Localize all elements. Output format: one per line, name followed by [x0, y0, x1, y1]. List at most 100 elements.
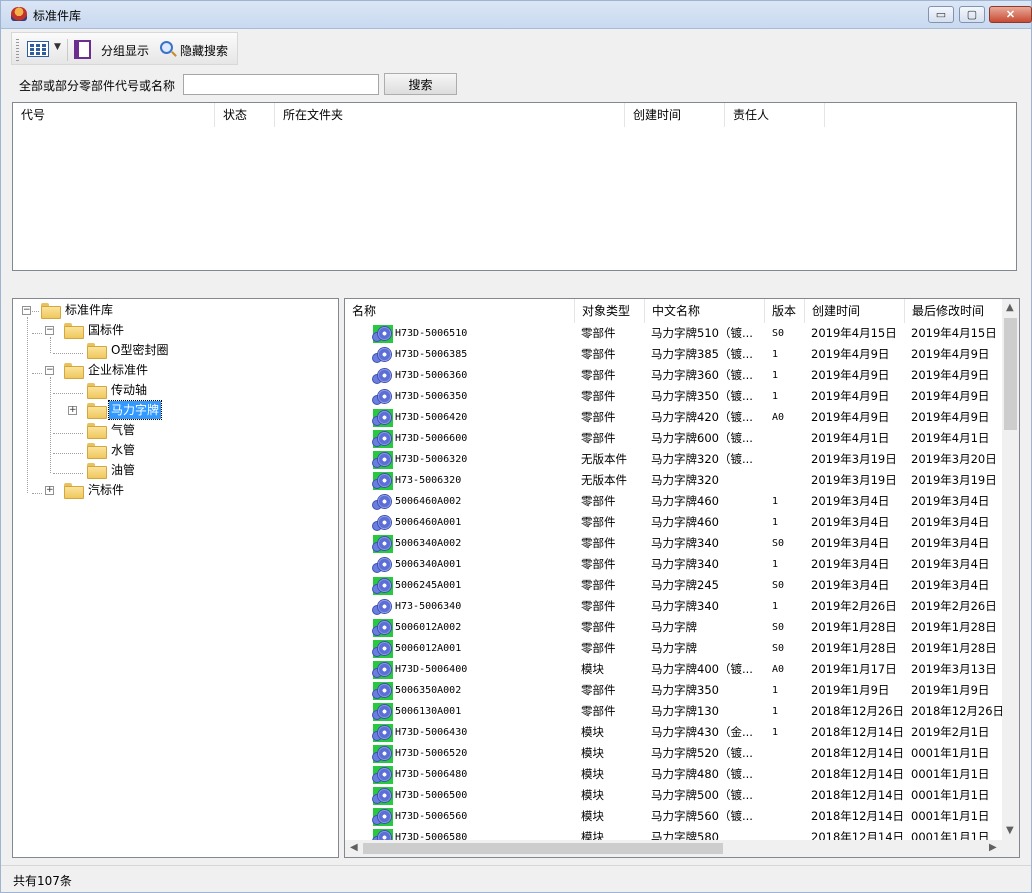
- tree-item-label[interactable]: 气管: [109, 421, 137, 439]
- table-row[interactable]: 5006245A001 零部件 马力字牌245 S0 2019年3月4日 2019年3月4…: [345, 575, 1004, 596]
- table-row[interactable]: H73D-5006400 模块 马力字牌400（镀... A0 2019年1月17日 20…: [345, 659, 1004, 680]
- table-row[interactable]: H73D-5006360 零部件 马力字牌360（镀... 1 2019年4月9日 201…: [345, 365, 1004, 386]
- grid-col-type[interactable]: 对象类型: [575, 299, 645, 323]
- table-row[interactable]: H73D-5006350 零部件 马力字牌350（镀... 1 2019年4月9日 201…: [345, 386, 1004, 407]
- tree-item-label[interactable]: 标准件库: [63, 301, 115, 319]
- grid-col-version[interactable]: 版本: [765, 299, 805, 323]
- tree-item[interactable]: O型密封圈: [13, 341, 333, 359]
- tree-item-label[interactable]: 企业标准件: [86, 361, 150, 379]
- grid-col-name[interactable]: 名称: [345, 299, 575, 323]
- table-row[interactable]: H73D-5006510 零部件 马力字牌510（镀... S0 2019年4月15日 2…: [345, 323, 1004, 344]
- hide-search-button[interactable]: 隐藏搜索: [180, 42, 228, 59]
- toolbar-grip[interactable]: [16, 39, 19, 61]
- results-col-status[interactable]: 状态: [215, 103, 275, 127]
- search-input[interactable]: [183, 74, 379, 95]
- cell-version: A0: [772, 412, 785, 423]
- scroll-left-icon[interactable]: ◀: [350, 842, 358, 853]
- expand-icon[interactable]: +: [45, 486, 54, 495]
- table-row[interactable]: 5006340A002 零部件 马力字牌340 S0 2019年3月4日 2019年3月4…: [345, 533, 1004, 554]
- collapse-icon[interactable]: −: [45, 326, 54, 335]
- collapse-icon[interactable]: −: [22, 306, 31, 315]
- table-row[interactable]: 5006012A001 零部件 马力字牌 S0 2019年1月28日 2019年1月28日: [345, 638, 1004, 659]
- results-col-code[interactable]: 代号: [13, 103, 215, 127]
- cell-modified: 2019年4月9日: [911, 389, 990, 403]
- tree-item-label[interactable]: O型密封圈: [109, 341, 170, 359]
- cell-type: 零部件: [581, 431, 616, 445]
- grid-col-modified[interactable]: 最后修改时间: [905, 299, 1004, 323]
- cell-name: 5006130A001: [395, 706, 462, 717]
- cell-name: H73D-5006385: [395, 349, 468, 360]
- part-gear-icon: [373, 598, 393, 616]
- tree-item-label[interactable]: 传动轴: [109, 381, 149, 399]
- tree-item[interactable]: 传动轴: [13, 381, 333, 399]
- maximize-button[interactable]: ▢: [959, 6, 985, 23]
- table-row[interactable]: H73D-5006385 零部件 马力字牌385（镀... 1 2019年4月9日 201…: [345, 344, 1004, 365]
- vertical-scrollbar[interactable]: ▲ ▼: [1002, 299, 1019, 841]
- search-button[interactable]: 搜索: [384, 73, 457, 95]
- grid-col-created[interactable]: 创建时间: [805, 299, 905, 323]
- folder-tree[interactable]: − 标准件库 − 国标件 O型密封圈 − 企业标准件 传动轴 + 马力字牌 气管 水管 油管 + 汽标件: [12, 298, 339, 858]
- cell-version: 1: [772, 727, 779, 738]
- table-row[interactable]: H73-5006340 零部件 马力字牌340 1 2019年2月26日 2019年2月2…: [345, 596, 1004, 617]
- expand-icon[interactable]: +: [68, 406, 77, 415]
- results-header: 代号 状态 所在文件夹 创建时间 责任人: [13, 103, 1016, 127]
- table-row[interactable]: 5006350A002 零部件 马力字牌350 1 2019年1月9日 2019年1月9日: [345, 680, 1004, 701]
- horizontal-scroll-thumb[interactable]: [363, 843, 723, 854]
- group-display-button[interactable]: 分组显示: [101, 42, 149, 59]
- cell-created: 2018年12月14日: [811, 746, 905, 760]
- tree-item[interactable]: 水管: [13, 441, 333, 459]
- tree-item-label[interactable]: 水管: [109, 441, 137, 459]
- results-col-folder[interactable]: 所在文件夹: [275, 103, 625, 127]
- tree-item[interactable]: − 标准件库: [13, 301, 333, 319]
- horizontal-scrollbar[interactable]: ◀ ▶: [345, 840, 1004, 857]
- cell-cn-name: 马力字牌520（镀...: [651, 746, 753, 760]
- scroll-right-icon[interactable]: ▶: [989, 842, 997, 853]
- tree-item-label[interactable]: 马力字牌: [107, 400, 163, 420]
- table-row[interactable]: H73D-5006500 模块 马力字牌500（镀... 2018年12月14日 000…: [345, 785, 1004, 806]
- table-row[interactable]: 5006340A001 零部件 马力字牌340 1 2019年3月4日 2019年3月4日: [345, 554, 1004, 575]
- grid-col-cn-name[interactable]: 中文名称: [645, 299, 765, 323]
- tree-item[interactable]: 油管: [13, 461, 333, 479]
- tree-item[interactable]: + 马力字牌: [13, 400, 333, 420]
- minimize-button[interactable]: ▭: [928, 6, 954, 23]
- search-results-list[interactable]: 代号 状态 所在文件夹 创建时间 责任人: [12, 102, 1017, 271]
- results-col-owner[interactable]: 责任人: [725, 103, 825, 127]
- cell-modified: 2019年3月20日: [911, 452, 997, 466]
- cell-name: H73-5006340: [395, 601, 462, 612]
- table-row[interactable]: H73D-5006480 模块 马力字牌480（镀... 2018年12月14日 000…: [345, 764, 1004, 785]
- close-button[interactable]: ✕: [989, 6, 1032, 23]
- table-row[interactable]: H73D-5006430 模块 马力字牌430（金... 1 2018年12月14日 20…: [345, 722, 1004, 743]
- scroll-up-icon[interactable]: ▲: [1006, 302, 1014, 313]
- table-row[interactable]: 5006130A001 零部件 马力字牌130 1 2018年12月26日 2018年12…: [345, 701, 1004, 722]
- group-display-icon[interactable]: [74, 40, 91, 59]
- grid-view-icon[interactable]: [27, 41, 49, 57]
- cell-name: 5006350A002: [395, 685, 462, 696]
- tree-item[interactable]: − 国标件: [13, 321, 333, 339]
- table-row[interactable]: 5006012A002 零部件 马力字牌 S0 2019年1月28日 2019年1月28日: [345, 617, 1004, 638]
- table-row[interactable]: H73D-5006560 模块 马力字牌560（镀... 2018年12月14日 000…: [345, 806, 1004, 827]
- tree-item[interactable]: + 汽标件: [13, 481, 333, 499]
- table-row[interactable]: H73D-5006520 模块 马力字牌520（镀... 2018年12月14日 000…: [345, 743, 1004, 764]
- table-row[interactable]: H73D-5006320 无版本件 马力字牌320（镀... 2019年3月19日 20…: [345, 449, 1004, 470]
- table-row[interactable]: 5006460A001 零部件 马力字牌460 1 2019年3月4日 2019年3月4日: [345, 512, 1004, 533]
- scroll-corner: [1002, 840, 1019, 857]
- table-row[interactable]: 5006460A002 零部件 马力字牌460 1 2019年3月4日 2019年3月4日: [345, 491, 1004, 512]
- cell-created: 2019年4月9日: [811, 410, 890, 424]
- title-bar[interactable]: 标准件库 ▭ ▢ ✕: [1, 1, 1032, 29]
- tree-item-label[interactable]: 油管: [109, 461, 137, 479]
- collapse-icon[interactable]: −: [45, 366, 54, 375]
- table-row[interactable]: H73D-5006420 零部件 马力字牌420（镀... A0 2019年4月9日 20…: [345, 407, 1004, 428]
- tree-item-label[interactable]: 国标件: [86, 321, 126, 339]
- tree-item-label[interactable]: 汽标件: [86, 481, 126, 499]
- tree-item[interactable]: − 企业标准件: [13, 361, 333, 379]
- vertical-scroll-thumb[interactable]: [1004, 318, 1017, 430]
- search-icon[interactable]: [160, 41, 173, 54]
- results-col-created[interactable]: 创建时间: [625, 103, 725, 127]
- tree-item[interactable]: 气管: [13, 421, 333, 439]
- chevron-down-icon[interactable]: ▼: [54, 42, 61, 52]
- scroll-down-icon[interactable]: ▼: [1006, 825, 1014, 836]
- cell-type: 零部件: [581, 620, 616, 634]
- parts-grid[interactable]: 名称 对象类型 中文名称 版本 创建时间 最后修改时间 H73D-5006510…: [344, 298, 1020, 858]
- table-row[interactable]: H73-5006320 无版本件 马力字牌320 2019年3月19日 2019年3月1…: [345, 470, 1004, 491]
- table-row[interactable]: H73D-5006600 零部件 马力字牌600（镀... 2019年4月1日 2019…: [345, 428, 1004, 449]
